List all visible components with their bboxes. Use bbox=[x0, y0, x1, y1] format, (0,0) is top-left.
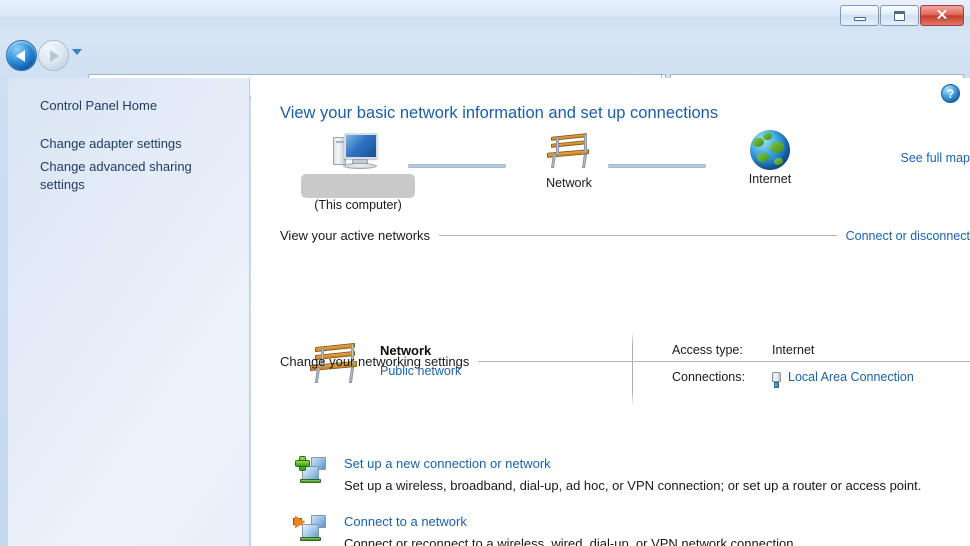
change-settings-header: Change your networking settings bbox=[280, 354, 970, 369]
minimize-icon bbox=[853, 16, 866, 21]
content-pane: ? View your basic network information an… bbox=[251, 78, 970, 546]
set-up-new-connection-description: Set up a wireless, broadband, dial-up, a… bbox=[344, 478, 922, 494]
computer-name-redaction bbox=[301, 174, 415, 198]
minimize-button[interactable] bbox=[840, 5, 879, 26]
map-connector-computer-network bbox=[408, 164, 506, 168]
connections-label: Connections: bbox=[672, 370, 745, 384]
help-icon[interactable]: ? bbox=[941, 84, 960, 103]
close-button[interactable]: ✕ bbox=[920, 5, 964, 26]
map-node-this-computer[interactable]: (This computer) bbox=[298, 130, 418, 212]
connect-to-a-network-description: Connect or reconnect to a wireless, wire… bbox=[344, 536, 798, 546]
change-settings-list: Set up a new connection or network Set u… bbox=[280, 456, 970, 546]
page-title: View your basic network information and … bbox=[280, 104, 719, 122]
window-controls: ✕ bbox=[840, 5, 964, 26]
map-node-network[interactable]: Network bbox=[529, 130, 609, 190]
network-sharing-center-window: ✕ « Network and Internet ▸ Network and S… bbox=[0, 0, 970, 546]
connect-network-icon bbox=[294, 514, 326, 543]
active-networks-title: View your active networks bbox=[280, 228, 431, 243]
back-button[interactable] bbox=[6, 40, 37, 71]
change-settings-title: Change your networking settings bbox=[280, 354, 470, 369]
arrow-left-icon bbox=[16, 49, 25, 62]
list-item: Connect to a network Connect or reconnec… bbox=[280, 514, 970, 546]
connect-or-disconnect-link[interactable]: Connect or disconnect bbox=[846, 229, 970, 243]
network-map: (This computer) Network Internet See ful… bbox=[280, 130, 970, 212]
arrow-right-icon bbox=[50, 49, 59, 62]
active-networks-header: View your active networks Connect or dis… bbox=[280, 228, 970, 243]
map-connector-network-internet bbox=[608, 164, 706, 168]
section-divider bbox=[478, 361, 970, 362]
map-label-internet: Internet bbox=[748, 172, 792, 186]
maximize-icon bbox=[894, 10, 905, 21]
globe-icon bbox=[750, 130, 790, 170]
connect-to-a-network-link[interactable]: Connect to a network bbox=[344, 514, 970, 530]
navigation-bar: « Network and Internet ▸ Network and Sha… bbox=[0, 33, 970, 97]
sidebar-item-control-panel-home[interactable]: Control Panel Home bbox=[8, 95, 249, 117]
map-node-internet[interactable]: Internet bbox=[730, 130, 810, 186]
local-area-connection-link[interactable]: Local Area Connection bbox=[788, 370, 914, 384]
title-bar: ✕ bbox=[0, 0, 970, 33]
maximize-button[interactable] bbox=[880, 5, 919, 26]
computer-icon bbox=[330, 130, 386, 174]
map-label-network: Network bbox=[546, 176, 592, 190]
forward-button[interactable] bbox=[38, 40, 69, 71]
new-connection-icon bbox=[296, 457, 326, 485]
sidebar-item-change-adapter-settings[interactable]: Change adapter settings bbox=[8, 133, 249, 155]
close-icon: ✕ bbox=[935, 7, 949, 24]
see-full-map-link[interactable]: See full map bbox=[901, 151, 970, 165]
set-up-new-connection-link[interactable]: Set up a new connection or network bbox=[344, 456, 970, 472]
network-plug-icon bbox=[771, 372, 782, 388]
sidebar: Control Panel Home Change adapter settin… bbox=[8, 78, 250, 546]
bench-icon bbox=[543, 130, 595, 174]
sidebar-item-change-advanced-sharing-settings[interactable]: Change advanced sharing settings bbox=[8, 156, 200, 197]
section-divider bbox=[439, 235, 837, 236]
list-item: Set up a new connection or network Set u… bbox=[280, 456, 970, 495]
recent-pages-chevron-down-icon[interactable] bbox=[72, 49, 82, 55]
this-computer-label: (This computer) bbox=[314, 198, 402, 212]
window-body: Control Panel Home Change adapter settin… bbox=[0, 78, 970, 546]
